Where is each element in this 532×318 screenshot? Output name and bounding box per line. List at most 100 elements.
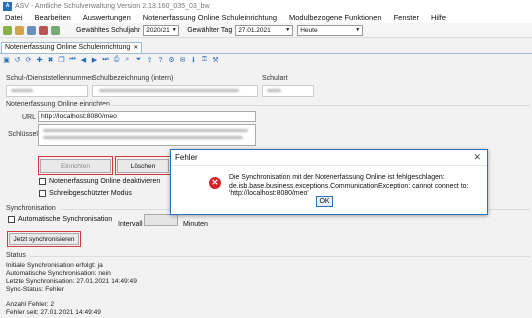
first-record-icon[interactable]: ⏮ (68, 56, 77, 65)
minuten-label: Minuten (183, 221, 208, 228)
ok-button[interactable]: OK (316, 196, 333, 207)
url-label: URL (22, 114, 37, 121)
lock-icon[interactable]: ⚿ (200, 56, 209, 65)
print-icon[interactable]: ⎙ (112, 56, 121, 65)
tab-bar: Notenerfassung Online Schuleinrichtung ✕ (0, 42, 532, 54)
error-icon: ✕ (209, 177, 221, 189)
new-icon[interactable]: ✚ (35, 56, 44, 65)
next-record-icon[interactable]: ▶ (90, 56, 99, 65)
status-line: Automatische Synchronisation: nein (6, 270, 111, 277)
schuljahr-label: Gewähltes Schuljahr (76, 26, 141, 34)
intervall-label: Intervall (118, 221, 143, 228)
menu-auswertungen[interactable]: Auswertungen (83, 13, 131, 22)
sync-section-title: Synchronisation (6, 205, 56, 212)
schulart-label: Schulart (262, 75, 288, 82)
tools-icon[interactable]: ⚒ (211, 56, 220, 65)
url-value: http://localhost:8080/meo (41, 113, 117, 120)
list-icon[interactable] (27, 25, 36, 35)
highlight-frame (38, 156, 113, 175)
undo-icon[interactable]: ↺ (13, 56, 22, 65)
auto-sync-label: Automatische Synchronisation (18, 216, 113, 223)
chevron-down-icon: ▼ (355, 26, 361, 33)
heute-value: Heute (300, 26, 318, 34)
schreibschutz-label: Schreibgeschützter Modus (49, 190, 132, 197)
delete-icon[interactable]: ✖ (46, 56, 55, 65)
dialog-title: Fehler (175, 153, 198, 162)
status-line: Sync-Status: Fehler (6, 286, 64, 293)
divider (100, 105, 530, 106)
app-logo-icon: A (3, 1, 12, 11)
home-icon[interactable] (3, 25, 12, 35)
record-toolbar: ▣ ↺ ⟳ ✚ ✖ ❐ ⏮ ◀ ▶ ⏭ ⎙ ⌕ ⏷ ⇪ ? ⚙ ✉ ℹ ⚿ ⚒ (0, 54, 532, 66)
url-input[interactable]: http://localhost:8080/meo (38, 111, 256, 122)
menu-notenerfassung[interactable]: Notenerfassung Online Schuleinrichtung (143, 13, 277, 22)
copy-icon[interactable]: ❐ (57, 56, 66, 65)
highlight-frame (7, 231, 81, 247)
intervall-spinner[interactable] (144, 214, 178, 226)
bezeichnung-field (92, 85, 258, 97)
divider (30, 256, 530, 257)
status-section-title: Status (6, 252, 26, 259)
tab-label: Notenerfassung Online Schuleinrichtung (5, 44, 131, 51)
folder-icon[interactable] (15, 25, 24, 35)
filter-toolbar: Gewähltes Schuljahr 2020/21 ▼ Gewählter … (0, 23, 532, 38)
chevron-down-icon: ▼ (171, 26, 177, 33)
export-icon[interactable]: ⇪ (145, 56, 154, 65)
report-icon[interactable] (39, 25, 48, 35)
dialog-titlebar: Fehler ✕ (171, 150, 487, 166)
schulnummer-field (6, 85, 88, 97)
help-icon[interactable]: ? (156, 56, 165, 65)
calendar-icon[interactable] (51, 25, 60, 35)
schreibschutz-checkbox[interactable] (39, 190, 46, 197)
error-dialog: Fehler ✕ ✕ Die Synchronisation mit der N… (170, 149, 488, 215)
menu-datei[interactable]: Datei (5, 13, 23, 22)
save-icon[interactable]: ▣ (2, 56, 11, 65)
window-title: ASV - Amtliche Schulverwaltung Version 2… (15, 2, 210, 10)
deaktivieren-label: Notenerfassung Online deaktivieren (49, 178, 161, 185)
settings-icon[interactable]: ⚙ (167, 56, 176, 65)
info-icon[interactable]: ℹ (189, 56, 198, 65)
redacted-text (267, 89, 281, 92)
schulnummer-label: Schul-/Dienststellennummer (6, 75, 94, 82)
auto-sync-checkbox[interactable] (8, 216, 15, 223)
status-line: Fehler seit: 27.01.2021 14:49:49 (6, 309, 101, 316)
bezeichnung-label: Schulbezeichnung (intern) (92, 75, 174, 82)
dialog-message-line2: de.isb.base.business.exceptions.Communic… (229, 183, 469, 197)
refresh-icon[interactable]: ⟳ (24, 56, 33, 65)
menu-hilfe[interactable]: Hilfe (431, 13, 446, 22)
tab-notenerfassung[interactable]: Notenerfassung Online Schuleinrichtung ✕ (1, 42, 143, 53)
redacted-text (43, 129, 248, 132)
deaktivieren-checkbox[interactable] (39, 178, 46, 185)
redacted-text (43, 136, 243, 139)
mail-icon[interactable]: ✉ (178, 56, 187, 65)
schulart-field (262, 85, 314, 97)
dialog-message-line1: Die Synchronisation mit der Notenerfassu… (229, 174, 445, 181)
status-line: Letzte Synchronisation: 27.01.2021 14:49… (6, 278, 137, 285)
close-icon[interactable]: ✕ (133, 45, 138, 51)
menu-bearbeiten[interactable]: Bearbeiten (35, 13, 71, 22)
window-titlebar: A ASV - Amtliche Schulverwaltung Version… (0, 0, 532, 12)
tag-value: 27.01.2021 (238, 26, 271, 34)
last-record-icon[interactable]: ⏭ (101, 56, 110, 65)
schuljahr-value: 2020/21 (146, 26, 170, 34)
tag-label: Gewählter Tag (187, 26, 233, 34)
menu-modulbezogene-funktionen[interactable]: Modulbezogene Funktionen (289, 13, 382, 22)
menu-fenster[interactable]: Fenster (394, 13, 419, 22)
status-line: Anzahl Fehler: 2 (6, 301, 55, 308)
highlight-frame (115, 156, 171, 175)
schuljahr-select[interactable]: 2020/21 ▼ (143, 24, 180, 36)
status-line: Initiale Synchronisation erfolgt: ja (6, 262, 103, 269)
redacted-text (99, 89, 239, 92)
search-icon[interactable]: ⌕ (123, 56, 132, 65)
chevron-down-icon: ▼ (285, 26, 291, 33)
key-textarea[interactable] (38, 124, 256, 146)
menu-bar: Datei Bearbeiten Auswertungen Notenerfas… (0, 12, 532, 23)
redacted-text (11, 89, 33, 92)
tag-date-field[interactable]: 27.01.2021 ▼ (235, 24, 294, 36)
config-section-title: Notenerfassung Online einrichten (6, 101, 110, 108)
heute-select[interactable]: Heute ▼ (297, 24, 364, 36)
key-label: Schlüssel (8, 131, 38, 138)
prev-record-icon[interactable]: ◀ (79, 56, 88, 65)
close-icon[interactable]: ✕ (473, 150, 481, 165)
filter-icon[interactable]: ⏷ (134, 56, 143, 65)
